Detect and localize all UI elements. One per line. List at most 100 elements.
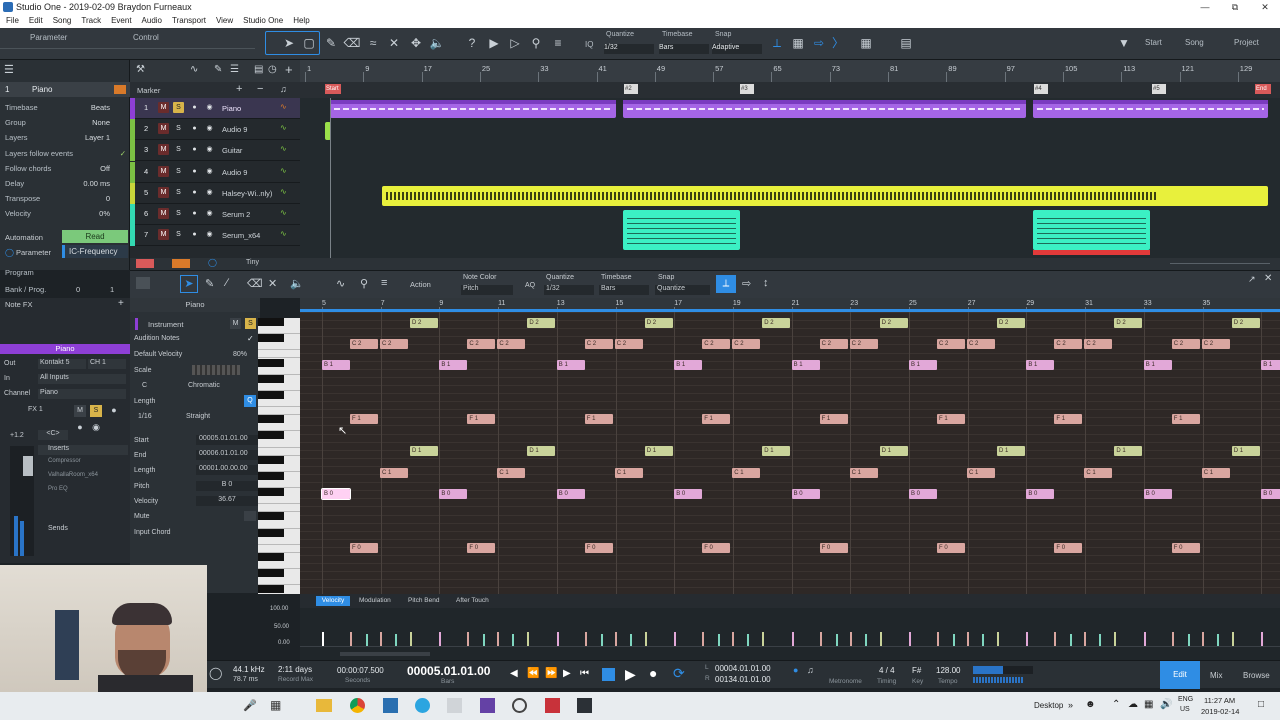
desktop-chevron-icon[interactable]: » [1068,700,1073,710]
quantize-icon[interactable]: ≡ [549,34,567,52]
track-list-icon[interactable]: ☰ [230,64,239,75]
zoom-slider[interactable] [1170,263,1270,264]
return-zero-icon[interactable]: ⏮ [580,668,589,679]
snap-play-icon[interactable]: 〉 [829,34,847,52]
midi-note[interactable]: C 1 [380,468,408,478]
inserts-header[interactable]: Inserts [38,445,128,455]
mix-view-button[interactable]: Mix [1210,671,1222,680]
channel-source-select[interactable]: Piano [38,389,126,399]
pitch-field[interactable]: B 0 [196,481,258,491]
track-mute-button[interactable]: M [158,186,169,198]
midi-note[interactable]: D 1 [997,446,1025,456]
end-field[interactable]: 00006.01.01.00 [196,450,258,460]
midi-note[interactable]: C 2 [849,339,878,349]
serum-clip[interactable] [1033,210,1150,250]
midi-note[interactable]: D 2 [997,318,1025,328]
menu-audio[interactable]: Audio [136,14,166,28]
piano-clip[interactable] [623,100,1026,118]
note-color-select[interactable]: Pitch [461,285,513,295]
volume-fader[interactable] [23,456,33,476]
velocity-bar[interactable] [791,632,794,646]
midi-note[interactable]: C 2 [702,339,731,349]
mute-button[interactable]: M [74,405,86,417]
midi-note[interactable]: C 1 [1084,468,1113,478]
midi-note[interactable]: B 0 [556,489,585,499]
midi-note[interactable]: C 1 [967,468,995,478]
tray-expand-icon[interactable]: ⌃ [1112,699,1120,710]
midi-note[interactable]: B 1 [322,360,350,370]
midi-note[interactable]: C 2 [819,339,848,349]
velocity-bar[interactable] [527,632,530,646]
track-mute-button[interactable]: M [158,123,169,135]
track-monitor-icon[interactable]: ◉ [204,102,215,113]
midi-note[interactable]: B 1 [556,360,585,370]
forward-end-icon[interactable]: ▶ [563,668,571,679]
velocity-bar[interactable] [497,632,500,646]
marker-start[interactable]: Start [325,84,341,94]
scale-type-select[interactable]: Chromatic [188,382,220,389]
midi-note[interactable]: D 1 [527,446,556,456]
onedrive-icon[interactable]: ☁ [1128,699,1138,710]
velocity-lane[interactable] [300,608,1280,660]
midi-note[interactable]: C 1 [849,468,878,478]
track-monitor-icon[interactable]: ◉ [204,166,215,177]
editor-listen-icon[interactable]: 🔈 [290,277,304,290]
midi-note[interactable]: F 0 [937,543,965,553]
midi-note[interactable]: C 2 [497,339,526,349]
velocity-field[interactable]: 36.67 [196,496,258,506]
split-tool-icon[interactable]: ✕ [385,34,403,52]
midi-note[interactable]: C 2 [584,339,613,349]
velocity-bar[interactable] [556,632,559,646]
midi-note[interactable]: F 1 [1054,414,1083,424]
fast-forward-icon[interactable]: ⏩ [545,668,557,679]
track-solo-button[interactable]: S [173,229,184,240]
app-icon-blue[interactable] [383,698,398,713]
clock-date[interactable]: 2019-02-14 [1201,707,1239,716]
zoom-icon[interactable]: ⚲ [527,34,545,52]
velocity-bar[interactable] [512,634,515,646]
people-icon[interactable]: ☻ [1085,699,1096,710]
track-solo-button[interactable]: S [173,102,184,113]
black-key[interactable] [258,334,284,343]
instrument-solo-button[interactable]: S [245,318,256,329]
language-code[interactable]: ENG [1178,696,1193,703]
metronome-settings-icon[interactable]: ♫ [807,665,814,675]
nudge-right-icon[interactable]: ▷ [506,34,524,52]
midi-note[interactable]: B 1 [674,360,703,370]
marker-2[interactable]: #2 [624,84,638,94]
velocity-bar[interactable] [1201,632,1204,646]
track-solo-button[interactable]: S [173,187,184,198]
twitch-icon[interactable] [480,698,495,713]
seconds-display[interactable]: 00:00:07.500 [337,666,384,675]
velocity-bar[interactable] [322,632,324,646]
parameter-link-icon[interactable]: ◯ [5,248,14,257]
pen-view-icon[interactable]: ✎ [214,64,222,75]
monitor-icon[interactable]: ◉ [90,422,102,434]
midi-note[interactable]: B 0 [791,489,820,499]
track-solo-button[interactable]: S [173,144,184,155]
add-note-fx-icon[interactable]: + [118,298,124,309]
default-velocity-value[interactable]: 80% [233,351,247,358]
start-field[interactable]: 00005.01.01.00 [196,435,258,445]
snap-select[interactable]: Adaptive [712,44,762,54]
velocity-bar[interactable] [1261,632,1264,646]
track-record-icon[interactable]: ● [189,144,200,155]
link-icon[interactable]: ◯ [208,258,217,267]
velocity-bar[interactable] [410,632,412,646]
track-record-icon[interactable]: ● [189,102,200,113]
region-code[interactable]: US [1180,706,1190,713]
velocity-bar[interactable] [1216,634,1219,646]
browse-view-button[interactable]: Browse [1243,671,1270,680]
inspector-toggle-icon[interactable]: ▤ [254,64,263,75]
piano-keyboard[interactable] [258,318,300,594]
editor-quantize-icon[interactable]: ≡ [381,277,387,289]
channel-select[interactable]: CH 1 [88,359,126,369]
notifications-icon[interactable]: □ [1258,699,1264,710]
tempo-value[interactable]: 128.00 [936,666,960,675]
midi-note[interactable]: D 2 [527,318,556,328]
menu-track[interactable]: Track [75,14,105,28]
midi-note[interactable]: F 0 [467,543,496,553]
velocity-bar[interactable] [1054,632,1057,646]
velocity-scrollbar[interactable] [340,652,430,656]
track-mute-button[interactable]: M [158,229,169,241]
